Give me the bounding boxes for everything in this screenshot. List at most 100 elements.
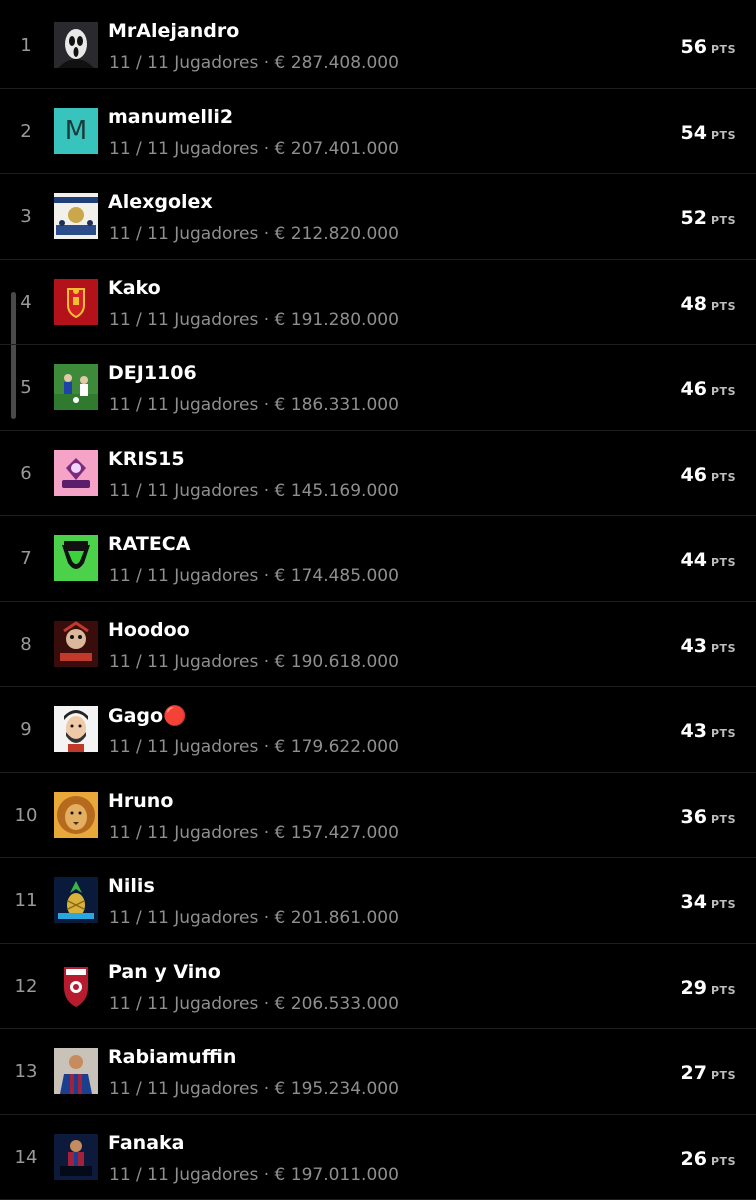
points: 43 PTS bbox=[681, 720, 736, 742]
points-value: 43 bbox=[680, 634, 707, 657]
player-name[interactable]: Kako bbox=[108, 277, 161, 299]
dios-photo-avatar bbox=[54, 1133, 98, 1180]
rank-number: 11 bbox=[14, 890, 38, 911]
standings-row[interactable]: 2 M manumelli2 11 / 11 Jugadores · € 207… bbox=[0, 89, 756, 174]
player-name[interactable]: Nilis bbox=[108, 875, 155, 897]
points-value: 54 bbox=[680, 121, 707, 144]
hoodoo-logo-avatar bbox=[54, 620, 98, 667]
points: 48 PTS bbox=[681, 293, 736, 315]
standings-list: 1 MrAlejandro 11 / 11 Jugadores · € 287.… bbox=[0, 3, 756, 1200]
standings-row[interactable]: 10 Hruno 11 / 11 Jugadores · € 157.427.0… bbox=[0, 773, 756, 858]
cartoon-man-avatar bbox=[54, 706, 98, 752]
player-name[interactable]: Alexgolex bbox=[108, 191, 213, 213]
player-meta: 11 / 11 Jugadores · € 191.280.000 bbox=[109, 309, 399, 330]
standings-row[interactable]: 8 Hoodoo 11 / 11 Jugadores · € 190.618.0… bbox=[0, 602, 756, 687]
player-meta: 11 / 11 Jugadores · € 145.169.000 bbox=[109, 480, 399, 501]
points-value: 52 bbox=[680, 207, 707, 229]
standings-row[interactable]: 4 Kako 11 / 11 Jugadores · € 191.280.000… bbox=[0, 260, 756, 345]
points-unit: PTS bbox=[711, 1154, 736, 1168]
player-name[interactable]: Hruno bbox=[108, 790, 173, 812]
player-meta: 11 / 11 Jugadores · € 186.331.000 bbox=[109, 395, 399, 415]
player-meta: 11 / 11 Jugadores · € 206.533.000 bbox=[109, 993, 399, 1014]
points-value: 56 bbox=[680, 36, 707, 58]
points-unit: PTS bbox=[711, 1069, 736, 1082]
player-name[interactable]: RATECA bbox=[108, 533, 190, 555]
standings-row[interactable]: 1 MrAlejandro 11 / 11 Jugadores · € 287.… bbox=[0, 3, 756, 89]
pineapple-avatar bbox=[54, 877, 98, 923]
player-name[interactable]: manumelli2 bbox=[108, 106, 233, 128]
rank-number: 13 bbox=[14, 1061, 38, 1082]
points: 52 PTS bbox=[681, 207, 736, 229]
green-logo-avatar bbox=[54, 535, 98, 581]
standings-row[interactable]: 5 DEJ1106 11 / 11 Jugadores · € 186.331.… bbox=[0, 345, 756, 431]
points: 54 PTS bbox=[681, 122, 736, 144]
points-unit: PTS bbox=[711, 898, 736, 911]
rank-number: 9 bbox=[20, 719, 32, 740]
points-unit: PTS bbox=[711, 641, 736, 655]
team-photo-avatar bbox=[54, 193, 98, 239]
rank-number: 7 bbox=[20, 548, 32, 569]
player-name[interactable]: KRIS15 bbox=[108, 448, 185, 470]
rank-number: 10 bbox=[14, 804, 38, 826]
points-unit: PTS bbox=[711, 470, 736, 484]
points-unit: PTS bbox=[711, 214, 736, 227]
standings-row[interactable]: 14 Fanaka 11 / 11 Jugadores · € 197.011.… bbox=[0, 1115, 756, 1200]
standings-row[interactable]: 7 RATECA 11 / 11 Jugadores · € 174.485.0… bbox=[0, 516, 756, 602]
points: 44 PTS bbox=[681, 549, 736, 571]
player-name[interactable]: Fanaka bbox=[108, 1132, 185, 1154]
rank-number: 3 bbox=[20, 206, 32, 227]
points: 46 PTS bbox=[681, 378, 736, 400]
points: 27 PTS bbox=[681, 1062, 736, 1084]
ghostface-avatar bbox=[54, 22, 98, 68]
standings-row[interactable]: 11 Nilis 11 / 11 Jugadores · € 201.861.0… bbox=[0, 858, 756, 944]
standings-row[interactable]: 3 Alexgolex 11 / 11 Jugadores · € 212.82… bbox=[0, 174, 756, 260]
crest-avatar bbox=[54, 962, 98, 1009]
kris-logo-avatar bbox=[54, 449, 98, 496]
standings-row[interactable]: 6 KRIS15 11 / 11 Jugadores · € 145.169.0… bbox=[0, 431, 756, 516]
player-meta: 11 / 11 Jugadores · € 212.820.000 bbox=[109, 224, 399, 244]
rank-number: 12 bbox=[14, 975, 38, 997]
points: 56 PTS bbox=[681, 36, 736, 58]
points-value: 34 bbox=[680, 891, 707, 913]
player-name[interactable]: Gago🔴 bbox=[108, 704, 187, 727]
rank-number: 1 bbox=[20, 35, 32, 56]
player-name[interactable]: Hoodoo bbox=[108, 619, 190, 641]
points-unit: PTS bbox=[711, 128, 736, 142]
points: 46 PTS bbox=[681, 464, 736, 486]
player-meta: 11 / 11 Jugadores · € 195.234.000 bbox=[109, 1079, 399, 1099]
points-value: 46 bbox=[680, 378, 707, 400]
points-value: 36 bbox=[680, 805, 707, 828]
standings-row[interactable]: 9 Gago🔴 11 / 11 Jugadores · € 179.622.00… bbox=[0, 687, 756, 773]
spain-crest-avatar bbox=[54, 278, 98, 325]
letter-avatar: M bbox=[54, 107, 98, 154]
rank-number: 8 bbox=[20, 633, 32, 655]
lion-avatar bbox=[54, 791, 98, 838]
points-unit: PTS bbox=[711, 43, 736, 56]
player-meta: 11 / 11 Jugadores · € 174.485.000 bbox=[109, 566, 399, 586]
points: 26 PTS bbox=[681, 1148, 736, 1170]
rank-number: 6 bbox=[20, 462, 32, 484]
rank-number: 5 bbox=[20, 377, 32, 398]
player-meta: 11 / 11 Jugadores · € 207.401.000 bbox=[109, 138, 399, 159]
points-value: 48 bbox=[680, 292, 707, 315]
player-name[interactable]: Pan y Vino bbox=[108, 961, 221, 983]
player-name[interactable]: Rabiamuffin bbox=[108, 1046, 236, 1068]
points-unit: PTS bbox=[711, 983, 736, 997]
points-unit: PTS bbox=[711, 812, 736, 826]
avatar-letter: M bbox=[54, 107, 98, 154]
points-unit: PTS bbox=[711, 727, 736, 740]
points: 43 PTS bbox=[681, 635, 736, 657]
player-name[interactable]: DEJ1106 bbox=[108, 362, 197, 384]
standings-row[interactable]: 13 Rabiamuffin 11 / 11 Jugadores · € 195… bbox=[0, 1029, 756, 1115]
rank-number: 14 bbox=[14, 1146, 38, 1168]
points-value: 43 bbox=[680, 720, 707, 742]
player-meta: 11 / 11 Jugadores · € 197.011.000 bbox=[109, 1164, 399, 1185]
points-value: 27 bbox=[680, 1062, 707, 1084]
player-photo-avatar bbox=[54, 1048, 98, 1094]
points: 29 PTS bbox=[681, 977, 736, 999]
points-unit: PTS bbox=[711, 556, 736, 569]
standings-row[interactable]: 12 Pan y Vino 11 / 11 Jugadores · € 206.… bbox=[0, 944, 756, 1029]
player-name[interactable]: MrAlejandro bbox=[108, 20, 239, 42]
rank-number: 4 bbox=[20, 291, 32, 313]
points-unit: PTS bbox=[711, 299, 736, 313]
